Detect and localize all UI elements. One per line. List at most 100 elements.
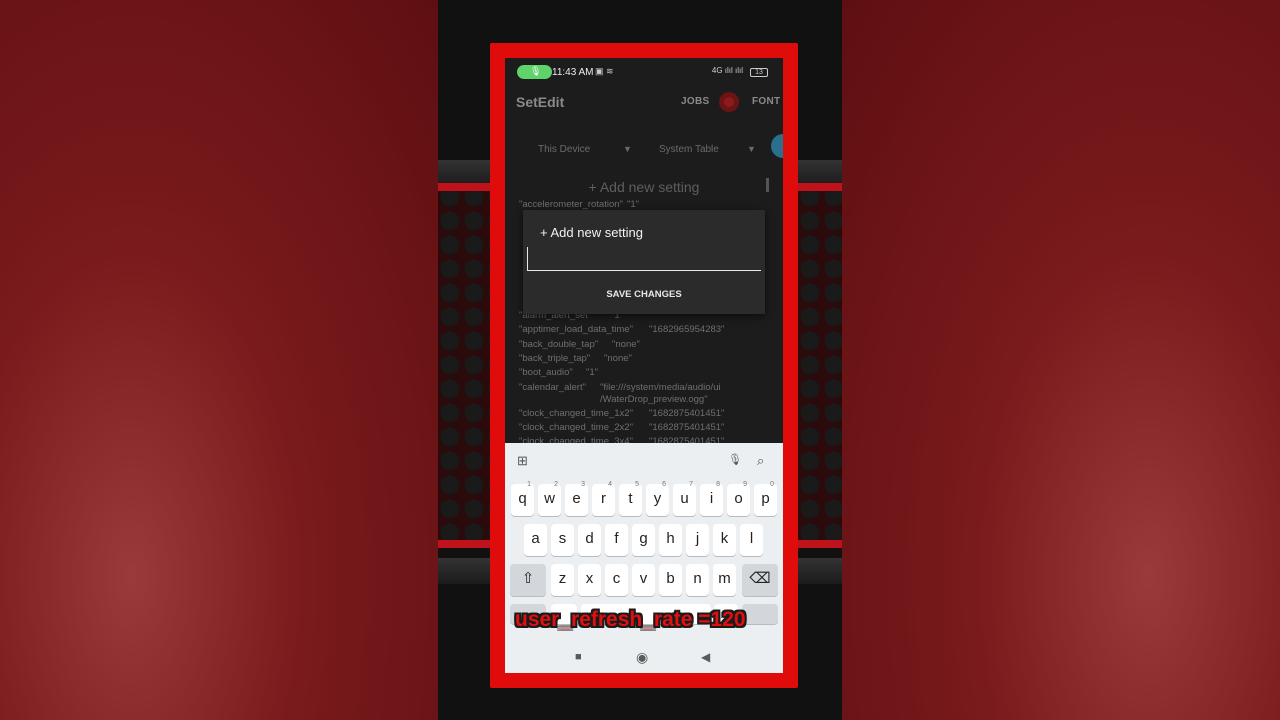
setting-key: "boot_audio" [519, 367, 573, 378]
setting-value: "file:///system/media/audio/ui [600, 382, 721, 393]
setting-value: "none" [612, 339, 640, 350]
key-r[interactable]: r4 [592, 481, 615, 516]
list-item[interactable]: "boot_audio" "1" [519, 367, 598, 378]
video-caption: user_refresh_rate =120 [515, 608, 746, 631]
setting-key: "back_double_tap" [519, 339, 599, 350]
recent-apps-icon[interactable]: ■ [575, 651, 582, 663]
setting-key: "back_triple_tap" [519, 353, 591, 364]
setting-value: "none" [604, 353, 632, 364]
key-c[interactable]: c [605, 564, 628, 596]
key-m[interactable]: m [713, 564, 736, 596]
device-dropdown[interactable]: This Device [538, 144, 590, 155]
save-changes-button[interactable]: SAVE CHANGES [523, 289, 765, 300]
setting-value: "1" [586, 367, 599, 378]
list-item[interactable]: "clock_changed_time_1x2" "1682875401451" [519, 408, 724, 419]
enter-key[interactable] [742, 604, 778, 624]
key-h[interactable]: h [659, 524, 682, 556]
setting-key: "clock_changed_time_2x2" [519, 422, 633, 433]
keyboard: ⊞ 🎙 ⌕ q1 w2 e3 r4 t5 y6 u7 i8 o9 p0 a s … [505, 443, 783, 673]
key-b[interactable]: b [659, 564, 682, 596]
list-item[interactable]: "back_triple_tap" "none" [519, 353, 632, 364]
key-hint: 5 [635, 481, 639, 488]
key-p[interactable]: p0 [754, 481, 777, 516]
key-u[interactable]: u7 [673, 481, 696, 516]
add-setting-link[interactable]: + Add new setting [505, 179, 783, 195]
key-label: i [709, 490, 714, 507]
setting-key: "clock_changed_time_1x2" [519, 408, 633, 419]
list-item[interactable]: "calendar_alert" "file:///system/media/au… [519, 382, 721, 393]
mic-icon[interactable]: 🎙 [728, 453, 742, 466]
setting-value: "1682875401451" [649, 408, 725, 419]
table-dropdown[interactable]: System Table [659, 144, 719, 155]
mic-icon: 🎙 [530, 66, 542, 76]
setting-key: "calendar_alert" [519, 382, 586, 393]
key-hint: 9 [743, 481, 747, 488]
navigation-bar: ■ ◉ ◀ [505, 643, 783, 673]
home-icon[interactable]: ◉ [636, 649, 648, 666]
key-v[interactable]: v [632, 564, 655, 596]
key-i[interactable]: i8 [700, 481, 723, 516]
key-x[interactable]: x [578, 564, 601, 596]
key-label: p [761, 490, 770, 507]
setting-value: /WaterDrop_preview.ogg" [600, 394, 708, 405]
setting-input[interactable] [527, 247, 761, 271]
key-g[interactable]: g [632, 524, 655, 556]
key-label: e [572, 490, 581, 507]
setting-key: "accelerometer_rotation" [519, 199, 623, 210]
gear-icon[interactable] [719, 92, 739, 112]
key-hint: 4 [608, 481, 612, 488]
key-s[interactable]: s [551, 524, 574, 556]
key-hint: 1 [527, 481, 531, 488]
shift-key[interactable]: ⇧ [510, 564, 546, 596]
key-j[interactable]: j [686, 524, 709, 556]
key-k[interactable]: k [713, 524, 736, 556]
add-setting-dialog: + Add new setting SAVE CHANGES [523, 210, 765, 314]
background-left [0, 0, 438, 720]
setting-value: "1" [627, 199, 640, 210]
status-left-icons: ▣ ≋ [595, 66, 614, 76]
key-t[interactable]: t5 [619, 481, 642, 516]
key-y[interactable]: y6 [646, 481, 669, 516]
list-item[interactable]: "accelerometer_rotation" "1" [519, 199, 639, 210]
setting-value: "1682965954283" [649, 324, 725, 335]
chevron-down-icon[interactable]: ▼ [623, 144, 632, 154]
chevron-down-icon[interactable]: ▼ [747, 144, 756, 154]
key-hint: 8 [716, 481, 720, 488]
key-label: r [601, 490, 606, 507]
key-a[interactable]: a [524, 524, 547, 556]
key-d[interactable]: d [578, 524, 601, 556]
phone-screen: 🎙 11:43 AM ▣ ≋ 4G ılıl ılıl 13 SetEdit J… [505, 58, 783, 673]
back-icon[interactable]: ◀ [701, 650, 710, 664]
key-w[interactable]: w2 [538, 481, 561, 516]
background-right [842, 0, 1280, 720]
grid-icon[interactable]: ⊞ [517, 453, 528, 469]
key-label: t [628, 490, 633, 507]
list-item[interactable]: "back_double_tap" "none" [519, 339, 640, 350]
key-e[interactable]: e3 [565, 481, 588, 516]
jobs-button[interactable]: JOBS [681, 96, 709, 107]
key-label: y [653, 490, 662, 507]
search-icon[interactable]: ⌕ [757, 453, 764, 469]
backspace-key[interactable]: ⌫ [742, 564, 778, 596]
list-item[interactable]: "apptimer_load_data_time" "1682965954283" [519, 324, 724, 335]
font-button[interactable]: FONT [752, 96, 780, 107]
key-z[interactable]: z [551, 564, 574, 596]
key-label: q [518, 490, 527, 507]
key-label: u [680, 490, 689, 507]
key-hint: 0 [770, 481, 774, 488]
dialog-title: + Add new setting [540, 225, 643, 240]
key-hint: 6 [662, 481, 666, 488]
key-o[interactable]: o9 [727, 481, 750, 516]
key-f[interactable]: f [605, 524, 628, 556]
key-q[interactable]: q1 [511, 481, 534, 516]
key-hint: 7 [689, 481, 693, 488]
list-item[interactable]: "clock_changed_time_2x2" "1682875401451" [519, 422, 724, 433]
fab-button[interactable] [771, 134, 783, 158]
status-time: 11:43 AM [552, 67, 594, 78]
setting-value: "1682875401451" [649, 422, 725, 433]
key-l[interactable]: l [740, 524, 763, 556]
key-label: o [734, 490, 743, 507]
key-n[interactable]: n [686, 564, 709, 596]
status-bar: 🎙 11:43 AM ▣ ≋ 4G ılıl ılıl 13 [505, 58, 783, 86]
scrollbar[interactable] [766, 178, 769, 192]
